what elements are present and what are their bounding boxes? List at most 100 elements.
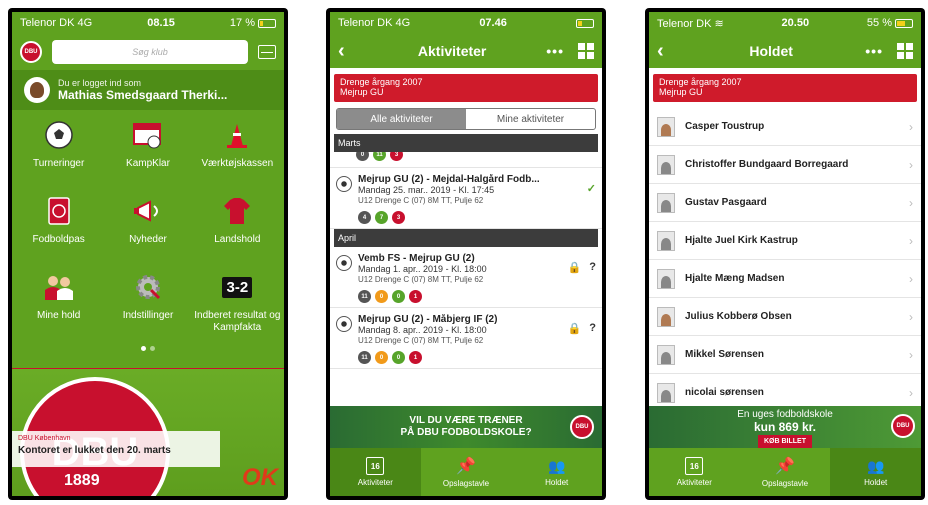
tab-opslagstavle[interactable]: 📌 Opslagstavle [740,448,831,496]
activity-title: Vemb FS - Mejrup GU (2) [358,253,475,264]
tile-turneringer[interactable]: Turneringer [14,118,103,188]
team-header[interactable]: Drenge årgang 2007 Mejrup GU [653,74,917,102]
badge-count: 4 [358,211,371,224]
activity-date: Mandag 8. apr.. 2019 - Kl. 18:00 [358,325,487,335]
calendar-icon: 16 [685,457,704,475]
ad-line2: kun 869 kr. [753,420,817,434]
member-row[interactable]: Christoffer Bundgaard Borregaard › [649,146,921,184]
score-display: 3-2 [222,276,253,298]
activity-date: Mandag 1. apr.. 2019 - Kl. 18:00 [358,264,487,274]
avatar [657,344,675,365]
more-icon[interactable]: ••• [546,43,564,59]
phone-activities-screen: Telenor DK 4G 07.46 ‹ Aktiviteter ••• Dr… [326,8,606,500]
tile-fodboldpas[interactable]: Fodboldpas [14,194,103,264]
logged-in-bar[interactable]: Du er logget ind som Mathias Smedsgaard … [12,70,284,110]
ad-banner[interactable]: VIL DU VÆRE TRÆNER PÅ DBU FODBOLDSKOLE? D… [330,406,602,448]
carrier: Telenor DK [657,17,712,30]
tile-label: Fodboldpas [32,234,85,245]
tab-label: Opslagstavle [761,479,809,488]
seal-year: 1889 [64,472,100,489]
tile-kampklar[interactable]: KampKlar [103,118,192,188]
back-chevron-icon[interactable]: ‹ [657,40,677,63]
notice-message: Kontoret er lukket den 20. marts [18,445,171,456]
tab-holdet[interactable]: 👥 Holdet [511,448,602,496]
user-name: Mathias Smedsgaard Therki... [58,88,228,102]
notice-card[interactable]: DBU København Kontoret er lukket den 20.… [12,431,220,467]
activity-title: Mejrup GU (2) - Måbjerg IF (2) [358,314,498,325]
avatar [24,77,50,103]
member-row[interactable]: Mikkel Sørensen › [649,336,921,374]
pin-icon: 📌 [775,458,795,475]
activity-partial[interactable]: 0 11 3 [330,152,602,168]
activities-list[interactable]: Drenge årgang 2007 Mejrup GU Alle aktivi… [330,68,602,448]
tab-aktiviteter[interactable]: 16 Aktiviteter [330,448,421,496]
nav-bar: ‹ Aktiviteter ••• [330,34,602,68]
question-icon[interactable]: ? [589,261,596,274]
tab-label: Aktiviteter [357,478,393,487]
member-name: Gustav Pasgaard [685,197,767,208]
page-indicator [12,346,284,351]
badge-count: 11 [358,290,371,303]
tab-holdet[interactable]: 👥 Holdet [830,448,921,496]
chevron-right-icon: › [909,233,913,248]
network: 4G [395,17,411,29]
home-screen: Telenor DK 4G 08.15 17 % DBU Søg klub Du… [12,12,284,496]
segment-all-activities[interactable]: Alle aktiviteter [337,109,466,129]
people-icon: 👥 [547,457,566,474]
badge-count: 3 [392,211,405,224]
ad-line2: PÅ DBU FODBOLDSKOLE? [400,427,532,438]
activities-screen: Telenor DK 4G 07.46 ‹ Aktiviteter ••• Dr… [330,12,602,496]
phone-team-screen: Telenor DK ≋ 20.50 55 % ‹ Holdet ••• Dre… [645,8,925,500]
back-chevron-icon[interactable]: ‹ [338,40,358,63]
member-row[interactable]: Hjalte Juel Kirk Kastrup › [649,222,921,260]
activity-item[interactable]: Mejrup GU (2) - Måbjerg IF (2) Mandag 8.… [330,308,602,369]
member-row[interactable]: Casper Toustrup › [649,108,921,146]
member-row[interactable]: Gustav Pasgaard › [649,184,921,222]
battery-icon [575,18,594,28]
badge-count: 0 [392,290,405,303]
grid-menu-icon[interactable] [897,43,913,59]
nav-bar: ‹ Holdet ••• [649,34,921,68]
clock: 08.15 [147,17,175,29]
tile-mine-hold[interactable]: Mine hold [14,270,103,340]
status-bar: Telenor DK 4G 08.15 17 % [12,12,284,34]
team-header[interactable]: Drenge årgang 2007 Mejrup GU [334,74,598,102]
soccer-ball-icon [42,118,76,152]
inbox-icon[interactable] [258,45,276,59]
check-icon[interactable]: ✓ [587,182,596,195]
search-club-input[interactable]: Søg klub [52,40,248,64]
activity-item[interactable]: Mejrup GU (2) - Mejdal-Halgård Fodb... M… [330,168,602,229]
tile-indberet-resultat[interactable]: 3-2 Indberet resultat og Kampfakta [193,270,282,340]
pin-icon: 📌 [456,458,476,475]
tab-aktiviteter[interactable]: 16 Aktiviteter [649,448,740,496]
scoreboard-icon: 3-2 [217,270,257,304]
news-banner[interactable]: DBU 1889 DBU København Kontoret er lukke… [12,368,284,496]
activity-item[interactable]: Vemb FS - Mejrup GU (2) Mandag 1. apr.. … [330,247,602,308]
tile-label: Nyheder [129,234,167,245]
member-list[interactable]: Drenge årgang 2007 Mejrup GU Casper Tous… [649,68,921,448]
more-icon[interactable]: ••• [865,43,883,59]
login-prefix: Du er logget ind som [58,78,142,88]
member-row[interactable]: Julius Kobberø Obsen › [649,298,921,336]
member-name: Mikkel Sørensen [685,349,764,360]
badge-count: 11 [358,351,371,364]
tile-label: Mine hold [36,310,81,321]
grid-menu-icon[interactable] [578,43,594,59]
passport-icon [42,194,76,228]
month-header: April [334,229,598,247]
activity-title: Mejrup GU (2) - Mejdal-Halgård Fodb... [358,174,540,185]
tile-vaerktoejskassen[interactable]: Værktøjskassen [193,118,282,188]
question-icon[interactable]: ? [589,322,596,335]
tile-landshold[interactable]: Landshold [193,194,282,264]
member-row[interactable]: Hjalte Mæng Madsen › [649,260,921,298]
dbu-seal-logo: DBU [891,414,915,438]
dbu-logo[interactable]: DBU [20,41,42,63]
activity-details: U12 Drenge C (07) 8M TT, Pulje 62 [358,336,484,345]
tile-nyheder[interactable]: Nyheder [103,194,192,264]
buy-ticket-button[interactable]: KØB BILLET [758,435,812,449]
team-club: Mejrup GU [659,87,703,97]
ad-banner[interactable]: En uges fodboldskole kun 869 kr. KØB BIL… [649,406,921,449]
tile-indstillinger[interactable]: Indstillinger [103,270,192,340]
tab-opslagstavle[interactable]: 📌 Opslagstavle [421,448,512,496]
segment-my-activities[interactable]: Mine aktiviteter [466,109,595,129]
